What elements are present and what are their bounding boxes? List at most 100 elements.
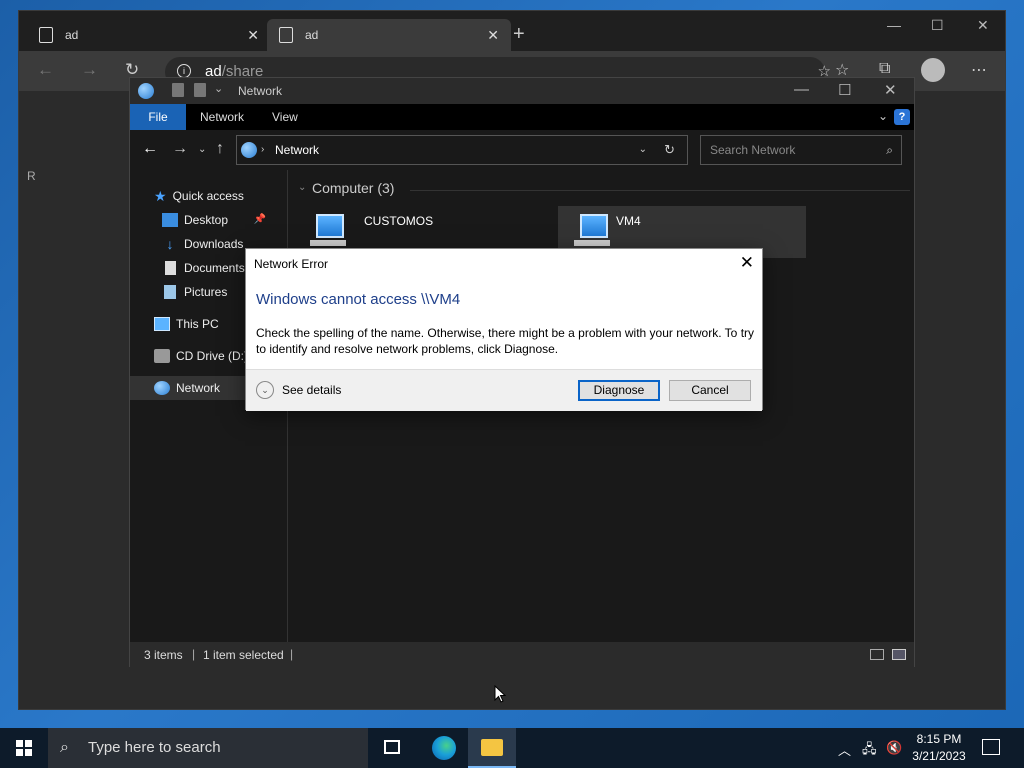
dialog-message: Check the spelling of the name. Otherwis… [256, 326, 755, 356]
collections-icon[interactable]: ⧉ [879, 60, 890, 78]
network-status-icon[interactable]: 🖧 [862, 740, 877, 762]
close-window-icon[interactable]: ✕ [977, 17, 989, 34]
nav-this-pc[interactable]: This PC [154, 312, 219, 336]
profile-avatar[interactable] [921, 58, 945, 82]
status-bar: 3 items | 1 item selected | [130, 642, 914, 668]
nav-quick-access[interactable]: ★ Quick access [154, 184, 244, 208]
computer-icon [316, 214, 344, 238]
back-icon[interactable]: ← [142, 140, 158, 158]
cancel-button[interactable]: Cancel [669, 380, 751, 401]
explorer-address-bar[interactable]: › Network ⌄ ↻ [236, 135, 688, 165]
file-explorer-taskbar-button[interactable] [468, 728, 516, 768]
computer-name: CUSTOMOS [364, 214, 434, 228]
document-icon [279, 27, 293, 43]
nav-label: Quick access [172, 189, 244, 203]
up-icon[interactable]: ↑ [216, 140, 224, 158]
tab-view[interactable]: View [264, 104, 306, 130]
new-tab-button[interactable]: + [513, 23, 525, 46]
taskbar-search-box[interactable]: ⌕ Type here to search [48, 728, 368, 768]
details-view-icon[interactable] [870, 649, 884, 660]
diagnose-button[interactable]: Diagnose [578, 380, 660, 401]
customize-toolbar-icon[interactable]: ⌄ [214, 82, 223, 95]
page-fragment-text: R [27, 169, 36, 183]
pin-icon: 📌 [253, 214, 267, 225]
status-separator: | [192, 647, 196, 661]
forward-icon[interactable]: → [172, 140, 188, 158]
taskbar: ⌕ Type here to search ︿ 🖧 🔇 8:15 PM 3/21… [0, 728, 1024, 768]
info-icon[interactable]: i [177, 64, 191, 78]
refresh-icon[interactable]: ↻ [664, 136, 675, 164]
ribbon-tabs: File Network View ⌄ ? [130, 104, 914, 130]
pictures-icon [164, 285, 176, 299]
browser-tab-2[interactable]: ad ✕ [267, 19, 511, 51]
folder-icon [481, 739, 503, 756]
collapse-group-icon[interactable]: ⌄ [298, 182, 306, 193]
nav-cd-drive[interactable]: CD Drive (D:) [154, 344, 248, 368]
clock-time: 8:15 PM [916, 732, 962, 746]
start-button[interactable] [0, 728, 48, 768]
computer-base [310, 240, 346, 246]
nav-label: This PC [176, 317, 219, 331]
see-details-toggle[interactable]: See details [282, 383, 341, 397]
minimize-icon[interactable]: — [887, 17, 901, 33]
chevron-down-icon[interactable]: ⌄ [256, 381, 274, 399]
clock-date: 3/21/2023 [912, 749, 966, 763]
more-menu-icon[interactable]: ⋯ [971, 60, 987, 80]
nav-label: Desktop [184, 213, 229, 227]
status-separator: | [290, 647, 294, 661]
computer-base [574, 240, 610, 246]
close-icon[interactable]: ✕ [740, 253, 754, 273]
mouse-cursor-icon [494, 685, 506, 703]
close-window-icon[interactable]: ✕ [884, 81, 897, 99]
maximize-icon[interactable]: ☐ [838, 81, 851, 99]
dialog-heading: Windows cannot access \\VM4 [256, 291, 461, 308]
chevron-down-icon[interactable]: ⌄ [639, 136, 647, 164]
nav-desktop[interactable]: Desktop 📌 [162, 208, 266, 232]
computer-icon [580, 214, 608, 238]
dialog-title: Network Error [254, 257, 329, 271]
minimize-icon[interactable]: — [794, 81, 809, 98]
notifications-icon[interactable] [982, 739, 1000, 755]
nav-label: Network [176, 381, 221, 395]
maximize-icon[interactable]: ☐ [931, 17, 944, 34]
new-folder-icon[interactable] [194, 83, 206, 97]
system-clock[interactable]: 8:15 PM 3/21/2023 [906, 731, 972, 765]
network-error-dialog: Network Error ✕ Windows cannot access \\… [245, 248, 763, 411]
search-box[interactable]: Search Network ⌕ [700, 135, 902, 165]
forward-icon[interactable]: → [81, 60, 98, 80]
nav-label: Pictures [184, 285, 228, 299]
nav-documents[interactable]: Documents [162, 256, 245, 280]
expand-ribbon-icon[interactable]: ⌄ [878, 109, 888, 123]
back-icon[interactable]: ← [37, 60, 54, 80]
windows-logo-icon [16, 740, 32, 756]
chevron-right-icon: › [261, 144, 265, 155]
help-icon[interactable]: ? [894, 109, 910, 125]
desktop-icon [162, 213, 178, 227]
browser-tab-1[interactable]: ad ✕ [27, 19, 271, 51]
task-view-icon[interactable] [384, 740, 400, 754]
nav-pictures[interactable]: Pictures [162, 280, 227, 304]
address-row: ← → ⌄ ↑ › Network ⌄ ↻ Search Network ⌕ [130, 130, 914, 170]
tab-network[interactable]: Network [192, 104, 252, 130]
recent-locations-icon[interactable]: ⌄ [198, 144, 206, 155]
document-icon [39, 27, 53, 43]
item-count: 3 items [144, 648, 183, 662]
tab-file[interactable]: File [130, 104, 186, 130]
show-hidden-icons-icon[interactable]: ︿ [838, 740, 851, 759]
tab-label: ad [305, 28, 319, 42]
volume-muted-icon[interactable]: 🔇 [886, 740, 902, 756]
explorer-title: Network [238, 84, 283, 98]
search-placeholder: Type here to search [88, 739, 221, 756]
close-tab-icon[interactable]: ✕ [247, 27, 259, 44]
nav-label: CD Drive (D:) [176, 349, 248, 363]
computer-icon [154, 317, 170, 331]
nav-downloads[interactable]: ↓ Downloads [162, 232, 244, 256]
network-icon [154, 381, 170, 395]
nav-label: Downloads [184, 237, 244, 251]
tiles-view-icon[interactable] [892, 649, 906, 660]
edge-browser-icon[interactable] [432, 736, 456, 760]
close-tab-icon[interactable]: ✕ [487, 27, 499, 44]
properties-icon[interactable] [172, 83, 184, 97]
group-header: Computer (3) [312, 180, 395, 196]
star-icon: ★ [154, 188, 167, 204]
